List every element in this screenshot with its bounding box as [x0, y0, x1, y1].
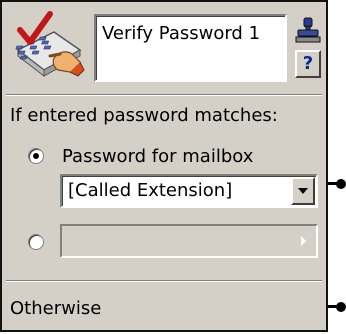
stamp-icon[interactable]	[295, 16, 321, 44]
verify-password-node[interactable]: Verify Password 1 ? If entered password …	[0, 0, 328, 332]
chevron-down-icon[interactable]	[291, 177, 315, 205]
otherwise-label: Otherwise	[10, 298, 102, 319]
radio-label-password-for-mailbox: Password for mailbox	[62, 146, 254, 167]
match-output-handle[interactable]	[336, 179, 346, 189]
custom-password-field	[60, 224, 318, 258]
node-name-field[interactable]: Verify Password 1	[94, 14, 287, 82]
otherwise-output-handle[interactable]	[336, 302, 346, 312]
node-name-text: Verify Password 1	[102, 23, 261, 44]
mailbox-select-value: [Called Extension]	[68, 180, 233, 201]
radio-password-for-mailbox[interactable]	[28, 148, 44, 164]
radio-selected-dot	[33, 153, 39, 159]
help-button[interactable]: ?	[295, 50, 321, 78]
divider	[6, 94, 322, 96]
verify-password-icon	[15, 11, 85, 78]
condition-heading: If entered password matches:	[10, 105, 278, 126]
divider	[6, 280, 322, 282]
chevron-right-icon	[301, 236, 306, 246]
radio-custom-password[interactable]	[28, 234, 44, 250]
mailbox-select[interactable]: [Called Extension]	[60, 174, 318, 208]
help-icon: ?	[302, 53, 314, 74]
